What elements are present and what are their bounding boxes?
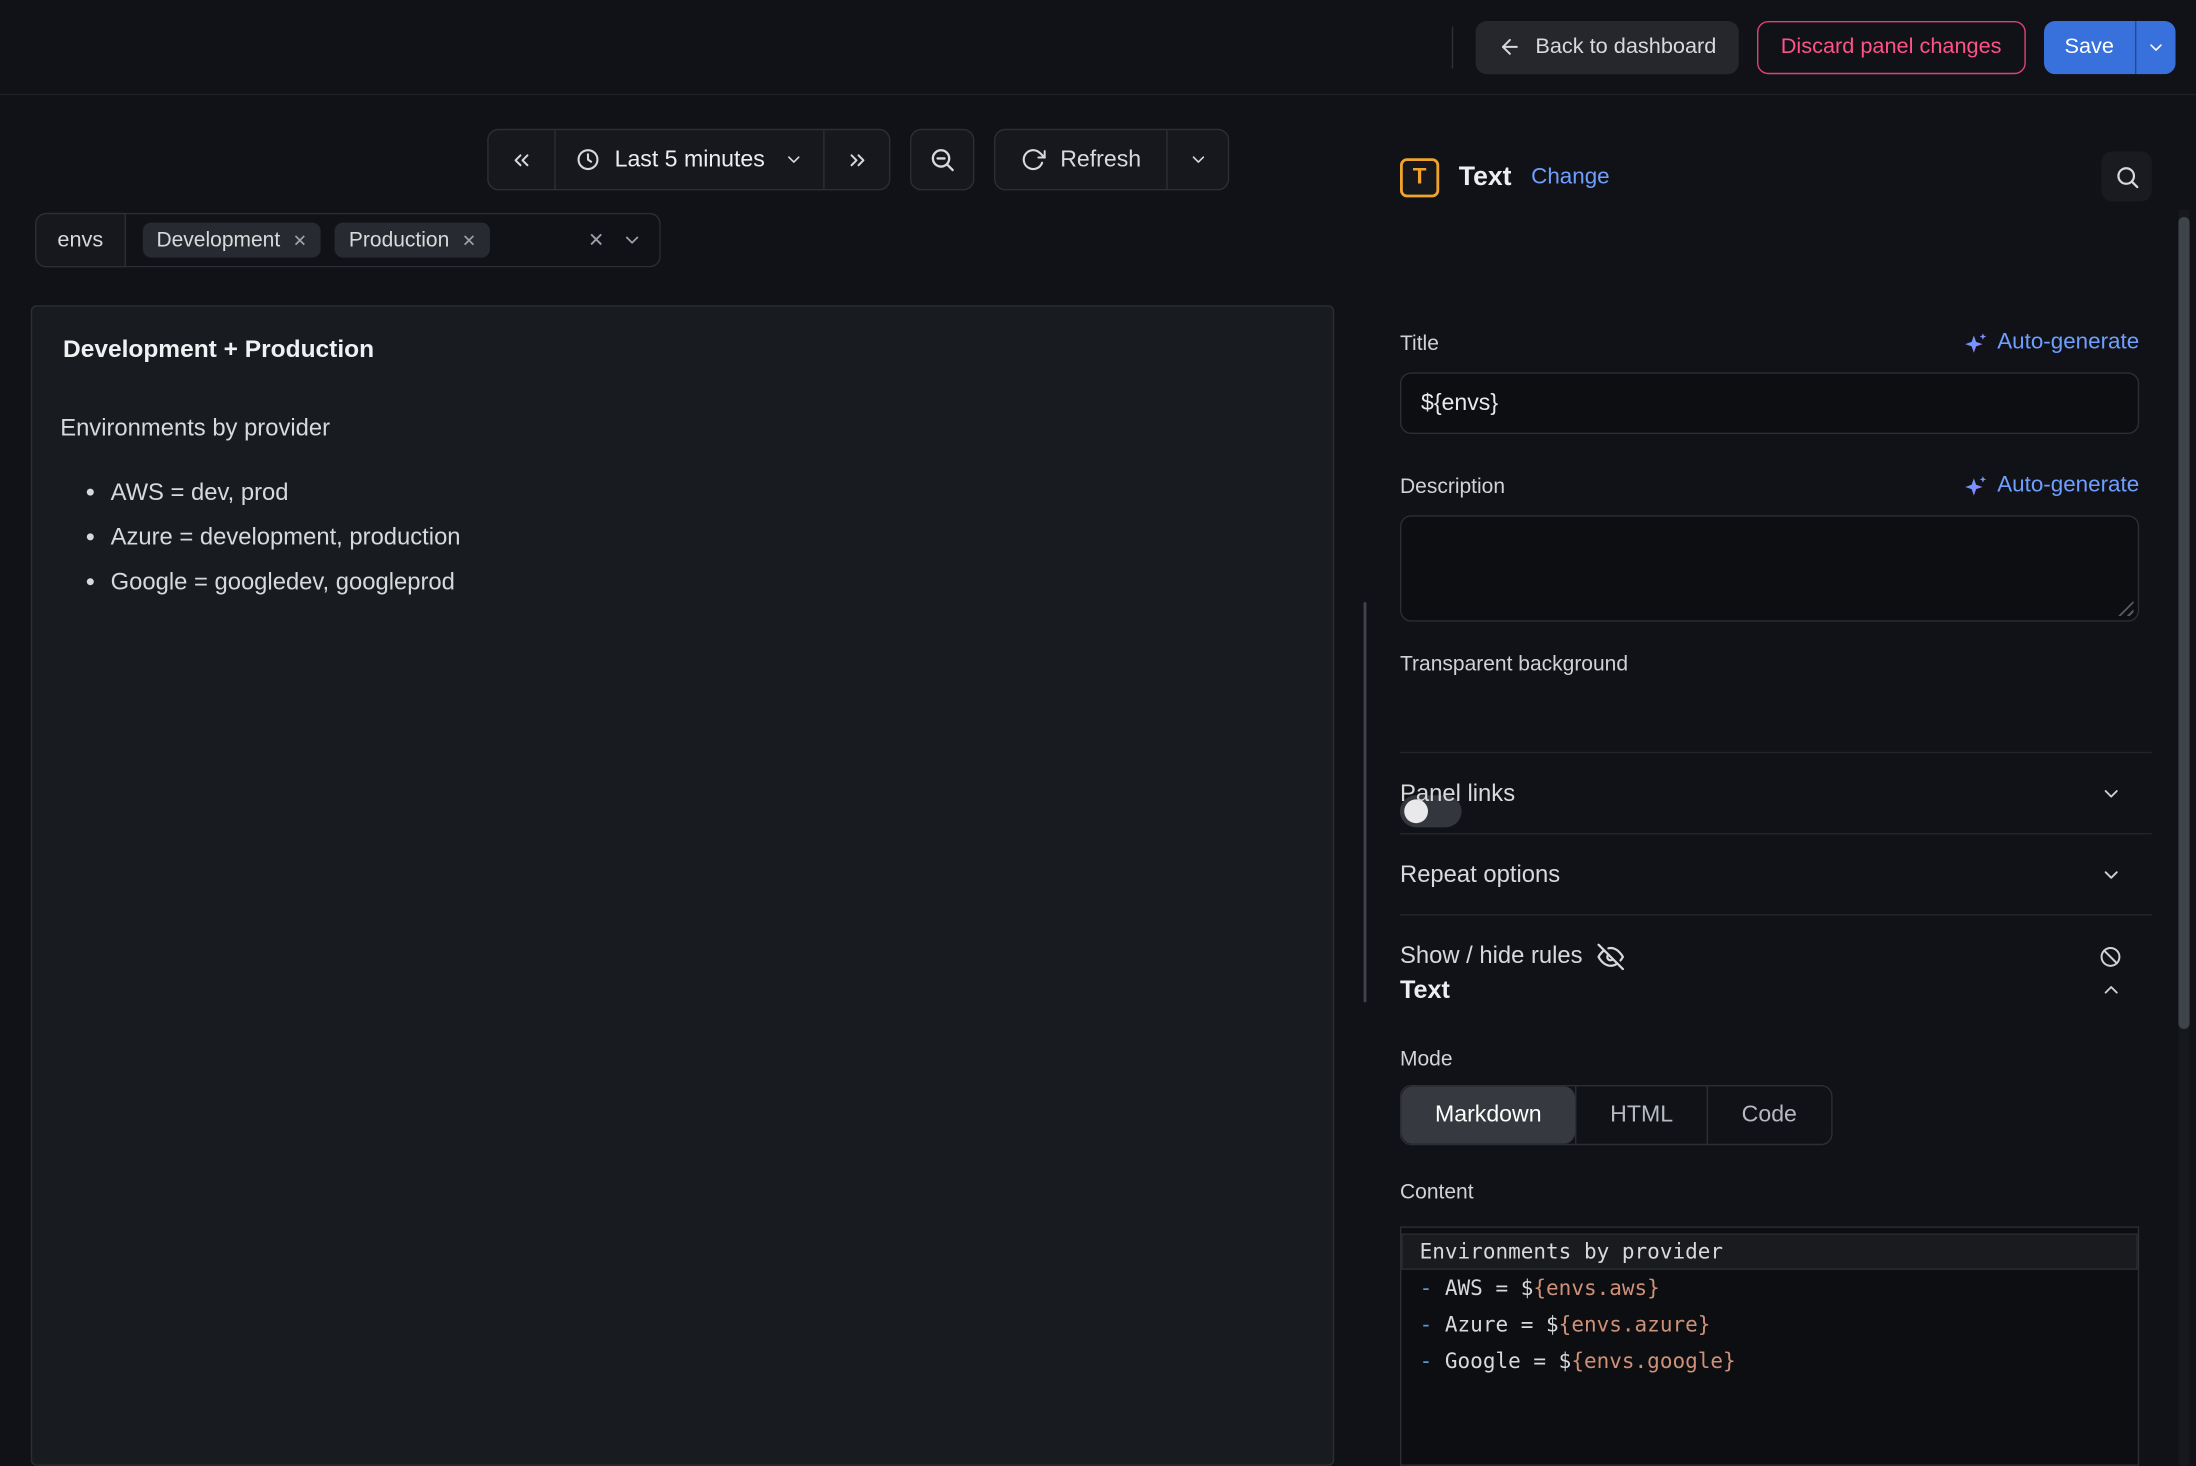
refresh-interval-button[interactable] — [1166, 130, 1228, 189]
panel-description-textarea[interactable] — [1400, 515, 2139, 621]
discard-button-label: Discard panel changes — [1781, 34, 2002, 59]
scrollbar-thumb[interactable] — [2178, 217, 2189, 1029]
panel-bullet: Azure = development, production — [111, 515, 1305, 560]
autogenerate-label: Auto-generate — [1997, 473, 2139, 498]
chevron-down-icon — [2100, 864, 2122, 886]
template-variable-control: envs Development ✕ Production ✕ ✕ — [35, 213, 660, 268]
refresh-icon — [1021, 147, 1046, 172]
code-line[interactable]: - Google = ${envs.google} — [1401, 1343, 2137, 1379]
mode-label: Mode — [1400, 1047, 2152, 1071]
panel-links-section[interactable]: Panel links — [1400, 753, 2152, 834]
text-options-section-header[interactable]: Text — [1400, 963, 2152, 1016]
save-button-label: Save — [2065, 34, 2114, 59]
clock-icon — [575, 147, 600, 172]
description-label: Description — [1400, 474, 1505, 498]
repeat-options-section[interactable]: Repeat options — [1400, 834, 2152, 915]
time-toolbar: Last 5 minutes Refresh — [487, 129, 1229, 191]
autogenerate-label: Auto-generate — [1997, 330, 2139, 355]
title-field-row: Title Auto-generate — [1400, 330, 2139, 355]
text-section-title: Text — [1400, 975, 1450, 1004]
panel-subtitle: Environments by provider — [60, 414, 1305, 442]
search-icon — [2113, 163, 2140, 190]
search-options-button[interactable] — [2101, 151, 2151, 201]
chevron-down-icon — [784, 150, 804, 170]
description-field-row: Description Auto-generate — [1400, 473, 2139, 498]
visualization-header: T Text Change — [1400, 154, 2152, 202]
visualization-type-label: Text — [1459, 162, 1512, 193]
time-shift-back-button[interactable] — [489, 130, 555, 189]
panel-options-pane: T Text Change Title Auto-generate Descri… — [1400, 95, 2152, 1466]
save-button[interactable]: Save — [2044, 20, 2135, 73]
time-range-group: Last 5 minutes — [487, 129, 891, 191]
refresh-button[interactable]: Refresh — [996, 130, 1166, 189]
remove-chip-icon[interactable]: ✕ — [462, 230, 476, 250]
text-panel-icon: T — [1400, 158, 1439, 197]
chevron-down-icon — [1188, 150, 1208, 170]
back-button-label: Back to dashboard — [1535, 34, 1716, 59]
change-visualization-link[interactable]: Change — [1531, 165, 1609, 190]
clear-selection-icon[interactable]: ✕ — [588, 228, 604, 252]
chip-label: Production — [349, 228, 449, 252]
chevron-down-icon[interactable] — [621, 230, 642, 251]
topbar-divider — [1451, 26, 1452, 68]
sparkle-icon — [1964, 474, 1988, 498]
zoom-out-icon — [929, 146, 957, 174]
resize-grip-icon[interactable] — [2118, 601, 2133, 616]
content-label: Content — [1400, 1180, 2152, 1204]
refresh-group: Refresh — [994, 129, 1229, 191]
code-line[interactable]: - Azure = ${envs.azure} — [1401, 1306, 2137, 1342]
description-autogenerate-link[interactable]: Auto-generate — [1964, 473, 2140, 498]
code-line[interactable]: Environments by provider — [1401, 1233, 2137, 1269]
transparent-background-label: Transparent background — [1400, 652, 2152, 676]
panel-title-input[interactable] — [1400, 372, 2139, 434]
repeat-options-label: Repeat options — [1400, 861, 1560, 889]
grafana-panel-editor: Back to dashboard Discard panel changes … — [0, 0, 2196, 1466]
panel-bullet-list: AWS = dev, prodAzure = development, prod… — [60, 470, 1305, 604]
panel-title: Development + Production — [63, 335, 1305, 364]
mode-markdown-button[interactable]: Markdown — [1401, 1086, 1575, 1143]
content-code-editor[interactable]: Environments by provider- AWS = ${envs.a… — [1400, 1226, 2139, 1465]
refresh-label: Refresh — [1060, 146, 1141, 173]
mode-html-button[interactable]: HTML — [1575, 1086, 1706, 1143]
back-to-dashboard-button[interactable]: Back to dashboard — [1475, 20, 1739, 73]
time-shift-forward-button[interactable] — [824, 130, 890, 189]
variable-chip[interactable]: Production ✕ — [335, 223, 490, 258]
top-bar: Back to dashboard Discard panel changes … — [0, 0, 2196, 95]
pane-splitter-handle[interactable] — [1364, 602, 1367, 1002]
code-line[interactable]: - AWS = ${envs.aws} — [1401, 1270, 2137, 1306]
variable-name-label: envs — [35, 213, 126, 268]
title-autogenerate-link[interactable]: Auto-generate — [1964, 330, 2140, 355]
discard-panel-changes-button[interactable]: Discard panel changes — [1757, 20, 2025, 73]
save-button-group: Save — [2044, 20, 2176, 73]
variable-chip[interactable]: Development ✕ — [142, 223, 320, 258]
panel-bullet: AWS = dev, prod — [111, 470, 1305, 515]
variable-actions: ✕ — [588, 228, 642, 252]
remove-chip-icon[interactable]: ✕ — [293, 230, 307, 250]
variable-chips: Development ✕ Production ✕ — [142, 223, 490, 258]
time-range-picker[interactable]: Last 5 minutes — [554, 130, 823, 189]
variable-value-select[interactable]: Development ✕ Production ✕ ✕ — [126, 213, 661, 268]
arrow-left-icon — [1498, 35, 1522, 59]
zoom-out-time-button[interactable] — [910, 129, 974, 191]
chevrons-right-icon — [845, 148, 869, 172]
mode-code-button[interactable]: Code — [1707, 1086, 1831, 1143]
panel-preview: Development + Production Environments by… — [31, 305, 1334, 1466]
chevrons-left-icon — [510, 148, 534, 172]
mode-radio-group: MarkdownHTMLCode — [1400, 1085, 1832, 1145]
panel-links-label: Panel links — [1400, 780, 1515, 808]
chevron-down-icon — [2146, 37, 2166, 57]
chevron-up-icon — [2100, 979, 2122, 1001]
sparkle-icon — [1964, 331, 1988, 355]
time-range-label: Last 5 minutes — [615, 146, 765, 173]
save-options-button[interactable] — [2135, 20, 2176, 73]
chip-label: Development — [156, 228, 280, 252]
panel-bullet: Google = googledev, googleprod — [111, 560, 1305, 605]
title-label: Title — [1400, 331, 1439, 355]
chevron-down-icon — [2100, 783, 2122, 805]
